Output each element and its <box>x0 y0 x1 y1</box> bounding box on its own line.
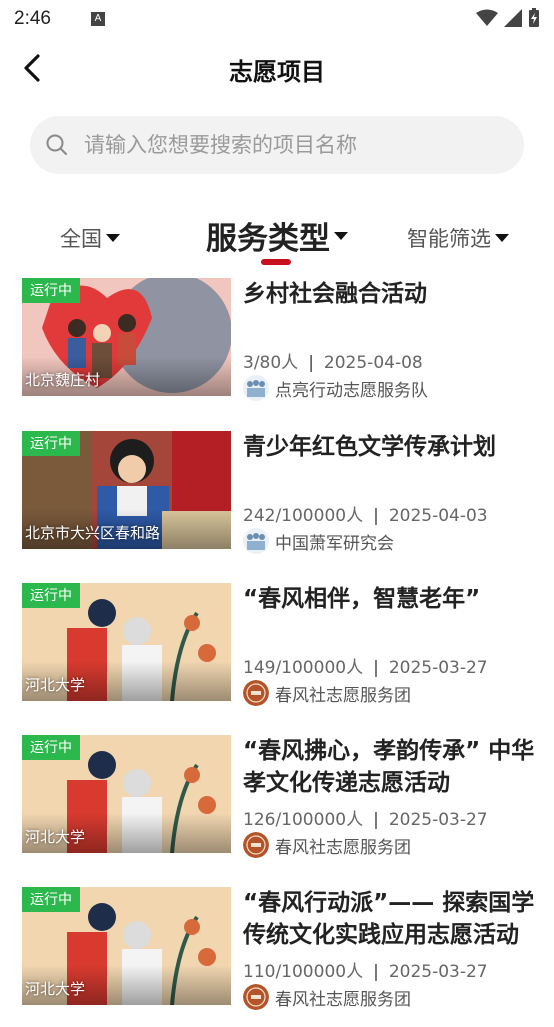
project-meta: 126/100000人 | 2025-03-27 <box>243 805 488 830</box>
project-image: 运行中 北京市大兴区春和路 <box>22 431 231 549</box>
status-badge: 运行中 <box>22 735 80 760</box>
project-meta: 149/100000人 | 2025-03-27 <box>243 653 488 678</box>
project-meta: 110/100000人 | 2025-03-27 <box>243 957 488 982</box>
meta-separator: | <box>373 962 379 982</box>
status-badge: 运行中 <box>22 887 80 912</box>
organizer-name: 点亮行动志愿服务队 <box>275 380 428 401</box>
project-title: 乡村社会融合活动 <box>243 281 427 307</box>
project-title: “春风行动派”—— 探索国学传统文化实践应用志愿活动 <box>243 890 535 948</box>
search-box[interactable] <box>30 116 524 174</box>
meta-separator: | <box>308 353 314 373</box>
participant-count: 149/100000人 <box>243 658 364 678</box>
filter-region-label: 全国 <box>60 227 102 251</box>
project-date: 2025-03-27 <box>388 810 488 830</box>
project-title: “春风相伴，智慧老年” <box>243 586 481 612</box>
project-date: 2025-03-27 <box>388 962 488 982</box>
project-title: 青少年红色文学传承计划 <box>243 434 496 460</box>
status-badge: 运行中 <box>22 431 80 456</box>
status-badge: 运行中 <box>22 583 80 608</box>
project-location: 北京市大兴区春和路 <box>25 524 161 542</box>
project-image: 运行中 北京魏庄村 <box>22 278 231 396</box>
organizer-name: 春风社志愿服务团 <box>275 989 411 1010</box>
status-time: 2:46 <box>14 8 51 29</box>
project-card[interactable]: 运行中 河北大学 “春风拂心，孝韵传承” 中华孝文化传递志愿活动 126/100… <box>0 735 554 875</box>
seal-logo <box>243 680 269 706</box>
project-organizer: 中国萧军研究会 <box>243 528 394 554</box>
seal-logo <box>243 832 269 858</box>
page-title: 志愿项目 <box>229 58 325 86</box>
status-bar: 2:46 A <box>0 0 554 38</box>
wifi-icon <box>476 9 498 26</box>
project-card[interactable]: 运行中 北京市大兴区春和路 青少年红色文学传承计划 242/100000人 | 20… <box>0 431 554 571</box>
filter-bar: 全国 服务类型 智能筛选 <box>0 205 554 275</box>
search-input[interactable] <box>84 133 484 157</box>
caret-down-icon <box>106 234 120 242</box>
project-organizer: 点亮行动志愿服务队 <box>243 375 428 401</box>
filter-service-type-label: 服务类型 <box>206 221 330 257</box>
signal-icon <box>504 9 522 27</box>
project-location: 河北大学 <box>25 828 86 846</box>
caret-down-icon <box>495 234 509 242</box>
filter-service-type[interactable]: 服务类型 <box>206 213 348 258</box>
project-meta: 3/80人 | 2025-04-08 <box>243 348 423 373</box>
meta-separator: | <box>373 506 379 526</box>
meta-separator: | <box>373 810 379 830</box>
project-date: 2025-04-08 <box>323 353 423 373</box>
status-badge: 运行中 <box>22 278 80 303</box>
project-location: 河北大学 <box>25 676 86 694</box>
project-image: 运行中 河北大学 <box>22 735 231 853</box>
project-location: 河北大学 <box>25 980 86 998</box>
seal-logo <box>243 984 269 1010</box>
project-card[interactable]: 运行中 北京魏庄村 乡村社会融合活动 3/80人 | 2025-04-08 点亮行动… <box>0 278 554 418</box>
project-organizer: 春风社志愿服务团 <box>243 984 411 1010</box>
search-icon <box>46 134 67 155</box>
project-date: 2025-03-27 <box>388 658 488 678</box>
project-meta: 242/100000人 | 2025-04-03 <box>243 501 488 526</box>
project-image: 运行中 河北大学 <box>22 887 231 1005</box>
status-icons <box>476 8 540 28</box>
filter-smart-label: 智能筛选 <box>407 227 491 251</box>
project-title: “春风拂心，孝韵传承” 中华孝文化传递志愿活动 <box>243 738 535 796</box>
volunteers-icon <box>243 375 269 401</box>
project-organizer: 春风社志愿服务团 <box>243 832 411 858</box>
participant-count: 3/80人 <box>243 353 299 373</box>
active-filter-indicator <box>261 259 291 265</box>
filter-smart[interactable]: 智能筛选 <box>407 223 509 253</box>
project-card[interactable]: 运行中 河北大学 “春风行动派”—— 探索国学传统文化实践应用志愿活动 110/… <box>0 887 554 1027</box>
participant-count: 110/100000人 <box>243 962 364 982</box>
project-card[interactable]: 运行中 河北大学 “春风相伴，智慧老年” 149/100000人 | 2025-03… <box>0 583 554 723</box>
project-location: 北京魏庄村 <box>25 371 101 389</box>
project-organizer: 春风社志愿服务团 <box>243 680 411 706</box>
battery-charging-icon <box>529 8 539 27</box>
meta-separator: | <box>373 658 379 678</box>
notification-icon: A <box>90 12 105 26</box>
project-date: 2025-04-03 <box>388 506 488 526</box>
organizer-name: 春风社志愿服务团 <box>275 685 411 706</box>
volunteers-icon <box>243 528 269 554</box>
organizer-name: 中国萧军研究会 <box>275 533 394 554</box>
filter-region[interactable]: 全国 <box>60 223 120 253</box>
top-bar: 志愿项目 <box>0 40 554 96</box>
caret-down-icon <box>334 231 348 240</box>
participant-count: 126/100000人 <box>243 810 364 830</box>
organizer-name: 春风社志愿服务团 <box>275 837 411 858</box>
participant-count: 242/100000人 <box>243 506 364 526</box>
project-image: 运行中 河北大学 <box>22 583 231 701</box>
